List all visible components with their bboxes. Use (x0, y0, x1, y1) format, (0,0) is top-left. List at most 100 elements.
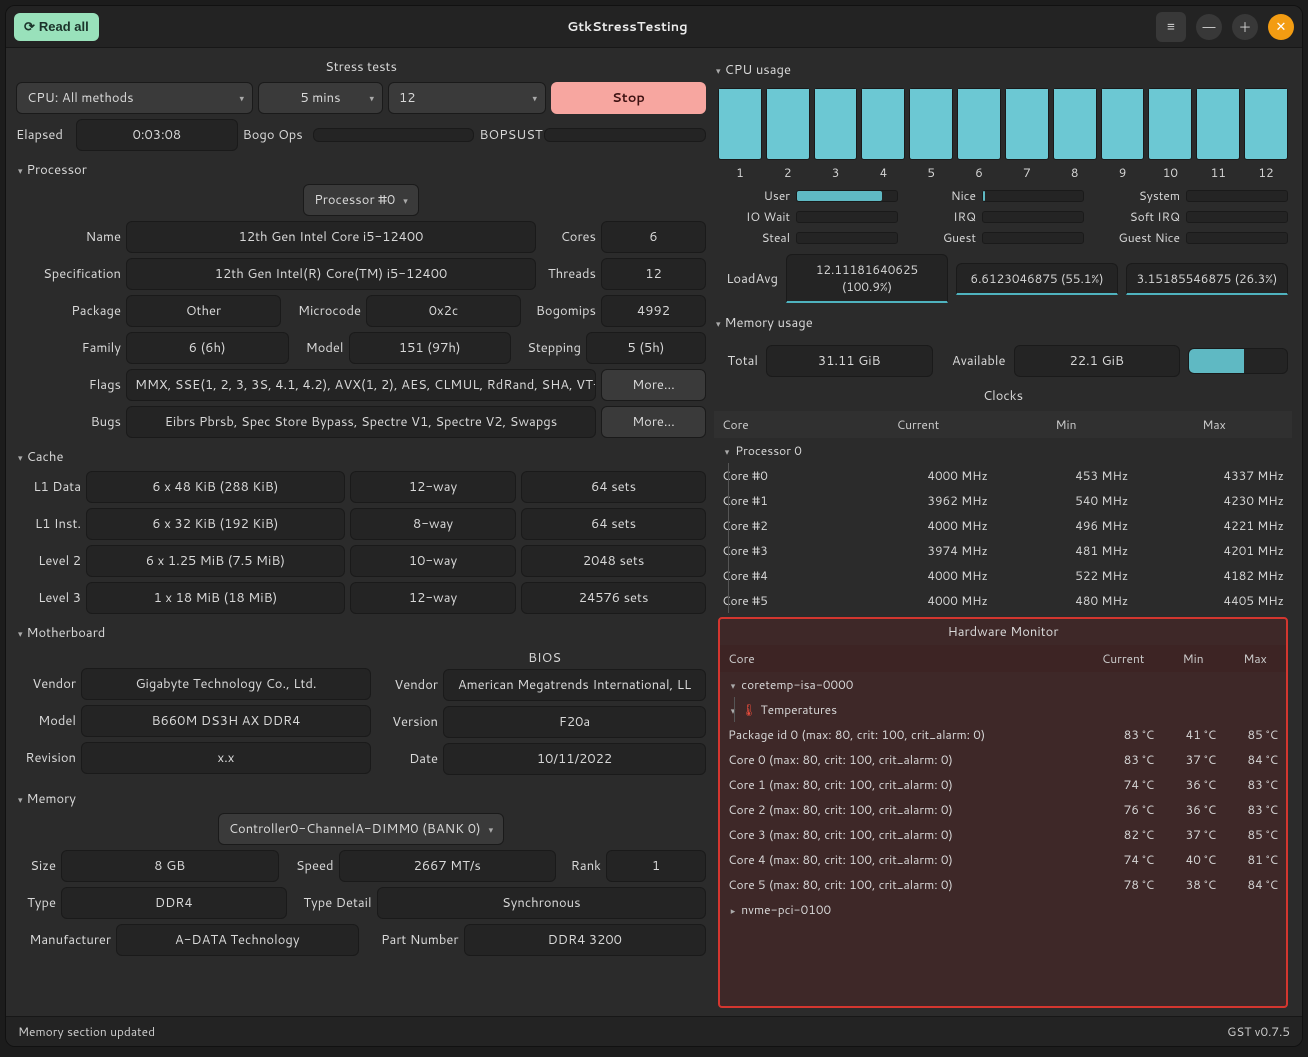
hwmon-row[interactable]: Core 2 (max: 80, crit: 100, crit_alarm: … (720, 797, 1286, 822)
clocks-row[interactable]: Core #13962 MHz540 MHz4230 MHz (714, 488, 1292, 513)
menu-button[interactable]: ≡ (1156, 12, 1186, 42)
processor-selector-combo[interactable]: Processor #0 (303, 184, 419, 216)
cpu-core-index: 5 (909, 164, 953, 181)
close-button[interactable]: ✕ (1268, 14, 1294, 40)
minimize-button[interactable]: — (1196, 14, 1222, 40)
processor-expander[interactable]: Processor (16, 156, 706, 184)
cpu-core-bar (814, 88, 858, 160)
hwmon-col[interactable]: Max (1224, 645, 1286, 672)
hwmon-col[interactable]: Current (1084, 645, 1162, 672)
clocks-row[interactable]: Core #54000 MHz480 MHz4405 MHz (714, 588, 1292, 613)
clocks-col[interactable]: Core (714, 411, 840, 438)
proc-cores-field: 6 (601, 221, 706, 253)
stress-method-combo[interactable]: CPU: All methods (16, 82, 253, 114)
cpuusage-expander[interactable]: CPU usage (714, 56, 1292, 84)
status-right: GST v0.7.5 (1227, 1023, 1290, 1040)
cpu-core-bar (1196, 88, 1240, 160)
mobo-revision-label: Revision (16, 749, 76, 767)
guest-label: Guest (904, 229, 976, 246)
clocks-col[interactable]: Min (996, 411, 1136, 438)
cpu-core-bar (1101, 88, 1145, 160)
bios-vendor-field: American Megatrends International, LL (443, 669, 706, 701)
clocks-col[interactable]: Max (1136, 411, 1292, 438)
bogo-label: Bogo Ops (243, 126, 308, 144)
loadavg-5: 6.6123046875 (55.1%) (956, 263, 1118, 295)
bios-version-field: F20a (443, 706, 706, 738)
proc-bugs-more-button[interactable]: More... (601, 406, 706, 438)
hwmon-row[interactable]: Core 1 (max: 80, crit: 100, crit_alarm: … (720, 772, 1286, 797)
proc-model-label: Model (294, 339, 344, 357)
cpu-core-bar (909, 88, 953, 160)
clocks-row[interactable]: Core #33974 MHz481 MHz4201 MHz (714, 538, 1292, 563)
memory-expander[interactable]: Memory (16, 785, 706, 813)
proc-bugs-field: Eibrs Pbrsb, Spec Store Bypass, Spectre … (126, 406, 596, 438)
cache-expander[interactable]: Cache (16, 443, 706, 471)
mobo-vendor-label: Vendor (16, 675, 76, 693)
clocks-row[interactable]: Core #04000 MHz453 MHz4337 MHz (714, 463, 1292, 488)
cache-size-field: 6 x 48 KiB (288 KiB) (86, 471, 345, 503)
proc-package-label: Package (16, 302, 121, 320)
stress-heading: Stress tests (16, 56, 706, 82)
cache-ways-field: 12-way (350, 471, 516, 503)
stop-button[interactable]: Stop (551, 82, 706, 114)
mobo-model-label: Model (16, 712, 76, 730)
nice-bar (982, 190, 1084, 202)
proc-cores-label: Cores (541, 228, 596, 246)
system-bar (1186, 190, 1288, 202)
mobo-vendor-field: Gigabyte Technology Co., Ltd. (81, 668, 371, 700)
stress-workers-combo[interactable]: 12 (388, 82, 546, 114)
memusage-expander[interactable]: Memory usage (714, 309, 1292, 337)
hwmon-nvme-row[interactable]: ▸ nvme-pci-0100 (720, 897, 1286, 922)
proc-flags-field: MMX, SSE(1, 2, 3, 3S, 4.1, 4.2), AVX(1, … (126, 369, 596, 401)
proc-name-label: Name (16, 228, 121, 246)
proc-stepping-label: Stepping (516, 339, 581, 357)
maximize-button[interactable]: ＋ (1232, 14, 1258, 40)
proc-bogomips-field: 4992 (601, 295, 706, 327)
clocks-col[interactable]: Current (840, 411, 996, 438)
proc-threads-label: Threads (541, 265, 596, 283)
stress-duration-combo[interactable]: 5 mins (258, 82, 383, 114)
loadavg-15: 3.15185546875 (26.3%) (1126, 263, 1288, 295)
cpu-core-bar (1244, 88, 1288, 160)
mem-rank-label: Rank (561, 857, 601, 875)
proc-flags-more-button[interactable]: More... (601, 369, 706, 401)
cache-size-field: 6 x 32 KiB (192 KiB) (86, 508, 345, 540)
clocks-row[interactable]: Core #44000 MHz522 MHz4182 MHz (714, 563, 1292, 588)
loadavg-1: 12.11181640625 (100.9%) (786, 254, 948, 303)
hwmon-row[interactable]: Core 3 (max: 80, crit: 100, crit_alarm: … (720, 822, 1286, 847)
memory-selector-combo[interactable]: Controller0-ChannelA-DIMM0 (BANK 0) (218, 813, 504, 845)
guestnice-label: Guest Nice (1090, 229, 1180, 246)
clocks-parent-row[interactable]: ▾ Processor 0 (714, 438, 1292, 463)
cpu-core-index: 12 (1244, 164, 1288, 181)
nice-label: Nice (904, 187, 976, 204)
hwmon-row[interactable]: Core 0 (max: 80, crit: 100, crit_alarm: … (720, 747, 1286, 772)
hwmon-row[interactable]: Package id 0 (max: 80, crit: 100, crit_a… (720, 722, 1286, 747)
hwmon-row[interactable]: Core 5 (max: 80, crit: 100, crit_alarm: … (720, 872, 1286, 897)
cpu-core-index: 10 (1148, 164, 1192, 181)
user-label: User (718, 187, 790, 204)
cpu-core-index: 8 (1053, 164, 1097, 181)
hwmon-temps-row[interactable]: ▾ 🌡Temperatures (720, 697, 1286, 722)
clocks-row[interactable]: Core #24000 MHz496 MHz4221 MHz (714, 513, 1292, 538)
cache-sets-field: 64 sets (521, 508, 706, 540)
hwmon-row[interactable]: Core 4 (max: 80, crit: 100, crit_alarm: … (720, 847, 1286, 872)
proc-flags-label: Flags (16, 376, 121, 394)
read-all-button[interactable]: ⟳ Read all (14, 13, 99, 41)
mem-size-field: 8 GB (61, 850, 279, 882)
softirq-bar (1186, 211, 1288, 223)
proc-family-label: Family (16, 339, 121, 357)
cpu-core-index: 2 (766, 164, 810, 181)
hwmon-sensor-row[interactable]: ▾ coretemp-isa-0000 (720, 672, 1286, 697)
hwmon-col[interactable]: Min (1162, 645, 1224, 672)
bopsust-label: BOPSUST (479, 126, 539, 144)
mem-rank-field: 1 (606, 850, 706, 882)
mem-detail-field: Synchronous (377, 887, 706, 919)
motherboard-expander[interactable]: Motherboard (16, 619, 706, 647)
proc-model-field: 151 (97h) (349, 332, 512, 364)
status-left: Memory section updated (18, 1023, 155, 1040)
refresh-icon: ⟳ (24, 19, 35, 35)
proc-microcode-label: Microcode (286, 302, 361, 320)
memavail-field: 22.1 GiB (1014, 345, 1181, 377)
hwmon-col[interactable]: Core (720, 645, 1084, 672)
window-title: GtkStressTesting (99, 18, 1156, 36)
